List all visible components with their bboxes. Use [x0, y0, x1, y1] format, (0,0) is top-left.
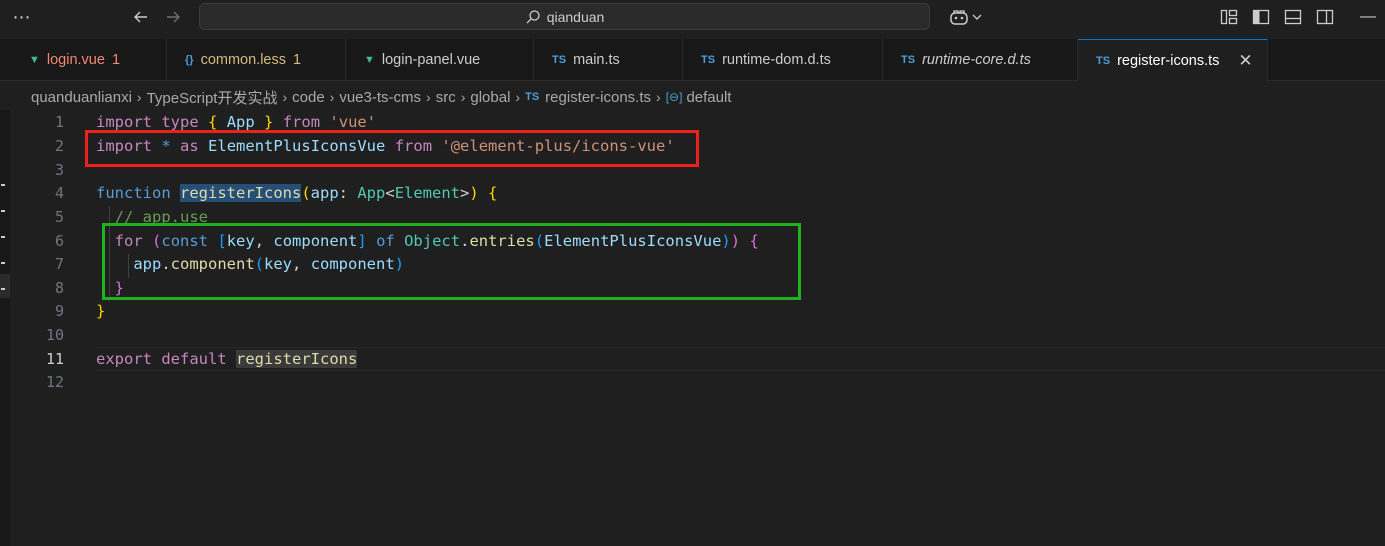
tab-login-vue[interactable]: ▼ login.vue 1	[11, 39, 167, 81]
token-type: Element	[394, 184, 461, 202]
minimize-icon[interactable]: —	[1357, 6, 1379, 28]
tab-main-ts[interactable]: TS main.ts	[534, 39, 683, 81]
token-keyword: from	[282, 113, 321, 131]
back-arrow-icon[interactable]	[130, 6, 152, 28]
toggle-primary-sidebar-icon[interactable]	[1252, 8, 1270, 26]
chevron-right-icon: ›	[426, 89, 431, 105]
line-number: 6	[54, 232, 64, 250]
token-keyword: function	[96, 184, 171, 202]
search-icon	[526, 9, 540, 23]
toggle-secondary-sidebar-icon[interactable]	[1316, 8, 1334, 26]
ts-file-icon: TS	[701, 54, 716, 66]
line-number-current: 11	[45, 350, 64, 368]
token-identifier: registerIcons	[236, 350, 358, 368]
tab-problem-badge: 1	[292, 52, 302, 68]
tab-label: login-panel.vue	[381, 52, 481, 68]
token-bracket: }	[264, 113, 274, 131]
token-bracket: {	[208, 113, 218, 131]
breadcrumb-item[interactable]: TypeScript开发实战	[147, 87, 278, 108]
strip-mark	[1, 184, 5, 186]
strip-mark	[1, 210, 5, 212]
chevron-right-icon: ›	[136, 89, 142, 105]
tab-register-icons-ts[interactable]: TS register-icons.ts ✕	[1078, 39, 1268, 81]
chevron-right-icon: ›	[515, 89, 521, 105]
tab-label: main.ts	[573, 52, 620, 68]
close-icon[interactable]: ✕	[1238, 51, 1252, 71]
token-identifier: App	[226, 113, 255, 131]
vue-file-icon: ▼	[29, 54, 40, 66]
strip-mark	[1, 262, 5, 264]
breadcrumb-item[interactable]: global	[470, 89, 510, 106]
copilot-icon	[949, 10, 968, 25]
tab-login-panel-vue[interactable]: ▼ login-panel.vue	[346, 39, 534, 81]
token-keyword: import	[96, 113, 152, 131]
line-number: 1	[54, 113, 64, 131]
symbol-variable-icon: [⊖]	[665, 90, 683, 104]
line-number: 12	[45, 373, 64, 391]
tab-label: common.less	[200, 52, 286, 68]
breadcrumb-file[interactable]: register-icons.ts	[545, 89, 651, 106]
token-function-name: registerIcons	[180, 184, 302, 202]
search-text: qianduan	[546, 8, 605, 25]
line-number: 9	[54, 302, 64, 320]
command-center-search[interactable]: qianduan	[199, 3, 930, 30]
ts-file-icon: TS	[901, 54, 916, 66]
token-keyword: default	[161, 350, 227, 368]
chevron-right-icon: ›	[282, 89, 288, 105]
tab-runtime-core-d-ts[interactable]: TS runtime-core.d.ts	[883, 39, 1078, 81]
tab-problem-badge: 1	[111, 52, 121, 68]
tab-runtime-dom-d-ts[interactable]: TS runtime-dom.d.ts	[683, 39, 883, 81]
chevron-right-icon: ›	[656, 89, 661, 105]
customize-layout-icon[interactable]	[1220, 8, 1238, 26]
ts-file-icon: TS	[525, 91, 540, 103]
breadcrumb-item[interactable]: vue3-ts-cms	[339, 89, 421, 106]
breadcrumb-symbol[interactable]: default	[686, 89, 731, 106]
tab-label: login.vue	[46, 52, 105, 68]
token-parameter: app	[310, 184, 339, 202]
breadcrumb-item[interactable]: code	[292, 89, 325, 106]
line-number: 4	[54, 184, 64, 202]
vue-file-icon: ▼	[364, 54, 375, 66]
token-keyword: type	[161, 113, 199, 131]
red-annotation-box	[85, 130, 699, 167]
token-string: 'vue'	[329, 113, 377, 131]
ellipsis-icon[interactable]: ⋯	[10, 6, 34, 28]
copilot-menu[interactable]	[945, 6, 985, 28]
line-number: 3	[54, 161, 64, 179]
breadcrumb: quanduanlianxi › TypeScript开发实战 › code › vu…	[31, 87, 731, 107]
code-editor[interactable]: 1 2 3 4 5 6 7 8 9 10 11 12 import type {…	[10, 110, 1385, 546]
line-number: 2	[54, 137, 64, 155]
editor-tab-bar: ▼ login.vue 1 {} common.less 1 ▼ login-p…	[0, 39, 1385, 81]
line-number: 10	[45, 326, 64, 344]
ts-file-icon: TS	[1096, 54, 1111, 67]
activity-strip	[0, 110, 10, 546]
green-annotation-box	[102, 223, 801, 300]
line-number: 7	[54, 255, 64, 273]
chevron-right-icon: ›	[460, 89, 466, 105]
ts-file-icon: TS	[552, 54, 567, 66]
less-file-icon: {}	[185, 54, 194, 66]
chevron-down-icon	[972, 14, 981, 20]
chevron-right-icon: ›	[329, 89, 335, 105]
line-number: 8	[54, 279, 64, 297]
token-type: App	[357, 184, 386, 202]
line-number: 5	[54, 208, 64, 226]
token-keyword: export	[96, 350, 152, 368]
tab-label: runtime-dom.d.ts	[722, 52, 831, 68]
breadcrumb-item[interactable]: src	[436, 89, 456, 106]
toggle-panel-icon[interactable]	[1284, 8, 1302, 26]
tab-label: runtime-core.d.ts	[922, 52, 1031, 68]
title-bar: ⋯ qianduan —	[0, 0, 1385, 35]
strip-mark	[1, 288, 5, 290]
breadcrumb-item[interactable]: quanduanlianxi	[31, 89, 132, 106]
tab-label: register-icons.ts	[1117, 52, 1220, 69]
tab-common-less[interactable]: {} common.less 1	[167, 39, 346, 81]
forward-arrow-icon[interactable]	[162, 6, 184, 28]
strip-active-item	[0, 274, 10, 298]
strip-mark	[1, 236, 5, 238]
